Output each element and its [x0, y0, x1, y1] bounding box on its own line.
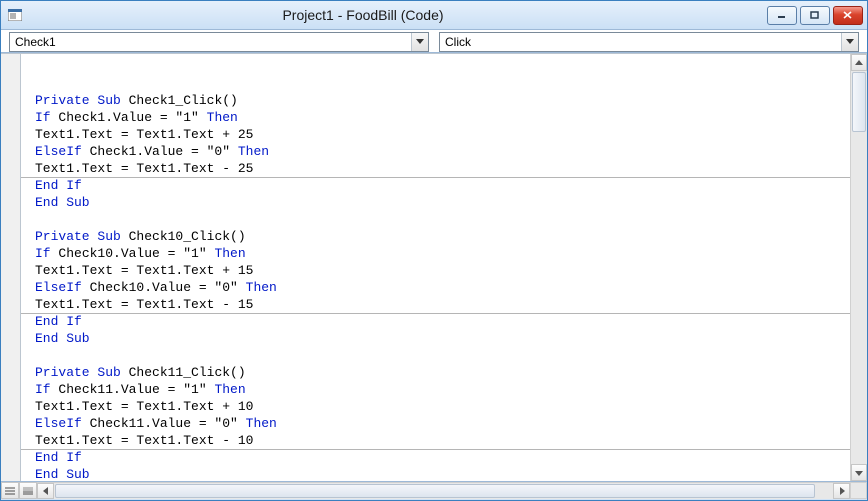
scrollbar-thumb[interactable] [852, 72, 866, 132]
titlebar[interactable]: Project1 - FoodBill (Code) [1, 1, 867, 29]
procedure-view-button[interactable] [1, 482, 19, 499]
scrollbar-thumb[interactable] [55, 484, 815, 498]
window-title: Project1 - FoodBill (Code) [0, 7, 767, 23]
scroll-right-button[interactable] [833, 483, 850, 499]
vertical-scrollbar[interactable] [850, 54, 867, 481]
dropdown-arrow-icon[interactable] [841, 33, 858, 51]
code-client-area: Private Sub Check1_Click() If Check1.Val… [1, 53, 867, 499]
scroll-left-button[interactable] [37, 483, 54, 499]
scroll-down-button[interactable] [851, 464, 867, 481]
close-button[interactable] [833, 6, 863, 25]
bottom-bar [1, 482, 867, 499]
procedure-dropdown-text: Click [440, 35, 841, 49]
window-buttons [767, 6, 863, 25]
full-module-view-button[interactable] [19, 482, 37, 499]
code-toolbar: Check1 Click [1, 29, 867, 53]
dropdown-arrow-icon[interactable] [411, 33, 428, 51]
scroll-up-button[interactable] [851, 54, 867, 71]
object-dropdown[interactable]: Check1 [9, 32, 429, 52]
object-dropdown-text: Check1 [10, 35, 411, 49]
code-window: Project1 - FoodBill (Code) Check1 [0, 0, 868, 501]
minimize-button[interactable] [767, 6, 797, 25]
indicator-margin [1, 54, 21, 481]
code-editor[interactable]: Private Sub Check1_Click() If Check1.Val… [21, 54, 850, 481]
scrollbar-corner [850, 482, 867, 499]
procedure-dropdown[interactable]: Click [439, 32, 859, 52]
maximize-button[interactable] [800, 6, 830, 25]
horizontal-scrollbar[interactable] [37, 482, 850, 499]
